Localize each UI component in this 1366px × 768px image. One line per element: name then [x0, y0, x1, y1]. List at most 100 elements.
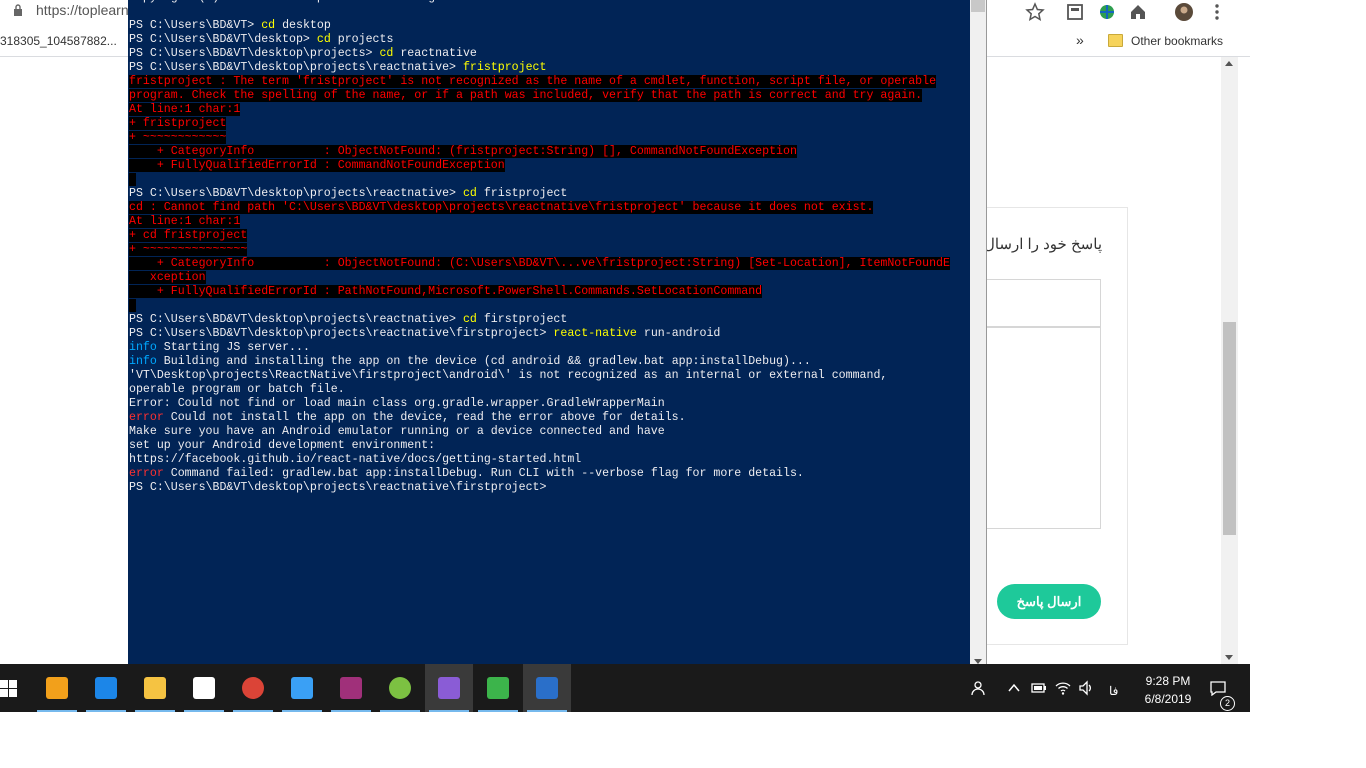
terminal-text-segment: react-native	[553, 327, 637, 340]
terminal-line: program. Check the spelling of the name,…	[129, 89, 969, 103]
terminal-output: Copyright (C) Microsoft Corporation. All…	[129, 0, 969, 495]
terminal-line: 'VT\Desktop\projects\ReactNative\firstpr…	[129, 369, 969, 383]
taskbar-app-file-explorer[interactable]	[131, 664, 179, 712]
terminal-text-segment: cd	[316, 33, 331, 46]
terminal-line: + FullyQualifiedErrorId : CommandNotFoun…	[129, 159, 969, 173]
terminal-line: PS C:\Users\BD&VT\desktop> cd projects	[129, 33, 969, 47]
terminal-text-segment: info	[129, 341, 157, 354]
terminal-line: error Could not install the app on the d…	[129, 411, 969, 425]
terminal-text-segment: desktop	[275, 19, 331, 32]
volume-icon[interactable]	[1078, 680, 1094, 696]
taskbar-app-winrar[interactable]	[327, 664, 375, 712]
bookmarks-overflow-button[interactable]: »	[1076, 32, 1084, 48]
terminal-text-segment	[129, 173, 136, 186]
lock-icon	[14, 4, 22, 16]
start-button[interactable]	[0, 680, 18, 698]
wifi-icon[interactable]	[1055, 680, 1071, 696]
clock-date[interactable]: 6/8/2019	[1138, 692, 1198, 706]
terminal-text-segment: Copyright (C) Microsoft Corporation. All…	[129, 0, 526, 4]
terminal-line: + ~~~~~~~~~~~~~~~	[129, 243, 969, 257]
terminal-line: info Starting JS server...	[129, 341, 969, 355]
terminal-line: cd : Cannot find path 'C:\Users\BD&VT\de…	[129, 201, 969, 215]
battery-icon[interactable]	[1031, 680, 1047, 696]
notification-count-badge: 2	[1220, 696, 1235, 711]
terminal-text-segment: PS C:\Users\BD&VT\desktop\projects\react…	[129, 313, 463, 326]
terminal-text-segment: + CategoryInfo : ObjectNotFound: (C:\Use…	[129, 257, 950, 270]
chevron-up-icon[interactable]	[1006, 680, 1022, 696]
clock-time[interactable]: 9:28 PM	[1140, 674, 1196, 688]
terminal-text-segment: PS C:\Users\BD&VT\desktop\projects\react…	[129, 187, 463, 200]
terminal-text-segment: Building and installing the app on the d…	[156, 355, 811, 368]
terminal-line: fristproject : The term 'fristproject' i…	[129, 75, 969, 89]
page-scrollbar[interactable]	[1221, 57, 1238, 664]
terminal-text-segment: operable program or batch file.	[129, 383, 345, 396]
page-scrollbar-thumb[interactable]	[1223, 322, 1236, 535]
terminal-text-segment: + ~~~~~~~~~~~~	[129, 131, 227, 144]
terminal-text-segment	[129, 299, 136, 312]
star-icon[interactable]	[1025, 2, 1045, 22]
powershell-window[interactable]: Copyright (C) Microsoft Corporation. All…	[128, 0, 987, 667]
taskbar-app-edge-canary[interactable]	[278, 664, 326, 712]
terminal-line	[129, 173, 969, 187]
home-icon[interactable]	[1128, 2, 1148, 22]
terminal-line: + cd fristproject	[129, 229, 969, 243]
people-icon[interactable]	[970, 680, 986, 696]
terminal-line: PS C:\Users\BD&VT\desktop\projects> cd r…	[129, 47, 969, 61]
terminal-text-segment: Command failed: gradlew.bat app:installD…	[163, 467, 804, 480]
globe-extension-icon[interactable]	[1097, 2, 1117, 22]
taskbar-app-mail[interactable]	[180, 664, 228, 712]
terminal-line: At line:1 char:1	[129, 103, 969, 117]
terminal-scrollbar[interactable]	[970, 0, 986, 667]
terminal-text-segment: Make sure you have an Android emulator r…	[129, 425, 665, 438]
url-text[interactable]: https://toplearn	[36, 2, 129, 18]
input-language[interactable]: فا	[1109, 684, 1118, 698]
scroll-down-icon[interactable]	[1225, 655, 1233, 660]
edge-canary-icon	[291, 677, 313, 699]
terminal-text-segment: fristproject	[476, 187, 568, 200]
terminal-text-segment: run-android	[636, 327, 721, 340]
taskbar-app-visual-studio[interactable]	[425, 664, 473, 712]
scroll-up-icon[interactable]	[1225, 61, 1233, 66]
terminal-line: operable program or batch file.	[129, 383, 969, 397]
taskbar-app-powershell[interactable]	[523, 664, 571, 712]
notification-center-icon[interactable]	[1210, 680, 1226, 696]
store-icon	[46, 677, 68, 699]
reply-textarea[interactable]	[986, 327, 1101, 529]
powershell-icon	[536, 677, 558, 699]
terminal-text-segment: + ~~~~~~~~~~~~~~~	[129, 243, 248, 256]
visual-studio-icon	[438, 677, 460, 699]
terminal-text-segment: PS C:\Users\BD&VT\desktop\projects\react…	[129, 61, 463, 74]
taskbar-app-chrome[interactable]	[229, 664, 277, 712]
send-reply-button[interactable]: ارسال پاسخ	[997, 584, 1101, 619]
folder-icon	[1108, 34, 1123, 47]
terminal-text-segment: PS C:\Users\BD&VT\desktop\projects\react…	[129, 327, 554, 340]
taskbar-app-android-studio[interactable]	[376, 664, 424, 712]
terminal-line: + CategoryInfo : ObjectNotFound: (fristp…	[129, 145, 969, 159]
terminal-text-segment: + CategoryInfo : ObjectNotFound: (fristp…	[129, 145, 797, 158]
terminal-line: At line:1 char:1	[129, 215, 969, 229]
reply-title: پاسخ خود را ارسال	[986, 236, 1102, 253]
terminal-text-segment: fristproject	[462, 61, 547, 74]
taskbar-app-notepad[interactable]	[474, 664, 522, 712]
terminal-line: PS C:\Users\BD&VT\desktop\projects\react…	[129, 61, 969, 75]
terminal-text-segment: + FullyQualifiedErrorId : PathNotFound,M…	[129, 285, 763, 298]
terminal-text-segment: error	[129, 411, 164, 424]
edge-icon	[95, 677, 117, 699]
terminal-line: https://facebook.github.io/react-native/…	[129, 453, 969, 467]
terminal-scrollbar-thumb[interactable]	[971, 0, 985, 12]
taskbar-app-store[interactable]	[33, 664, 81, 712]
bookmark-item[interactable]: 318305_104587882...	[0, 34, 117, 48]
avatar[interactable]	[1174, 2, 1194, 22]
taskbar-app-edge[interactable]	[82, 664, 130, 712]
terminal-text-segment: Could not install the app on the device,…	[163, 411, 686, 424]
extension-icon[interactable]	[1065, 2, 1085, 22]
menu-icon[interactable]	[1207, 2, 1227, 22]
terminal-line: PS C:\Users\BD&VT> cd desktop	[129, 19, 969, 33]
terminal-text-segment: cd	[462, 313, 477, 326]
other-bookmarks-button[interactable]: Other bookmarks	[1131, 34, 1223, 48]
terminal-text-segment: Error: Could not find or load main class…	[129, 397, 665, 410]
terminal-line: xception	[129, 271, 969, 285]
terminal-text-segment: 'VT\Desktop\projects\ReactNative\firstpr…	[129, 369, 888, 382]
reply-title-input[interactable]	[986, 279, 1101, 327]
